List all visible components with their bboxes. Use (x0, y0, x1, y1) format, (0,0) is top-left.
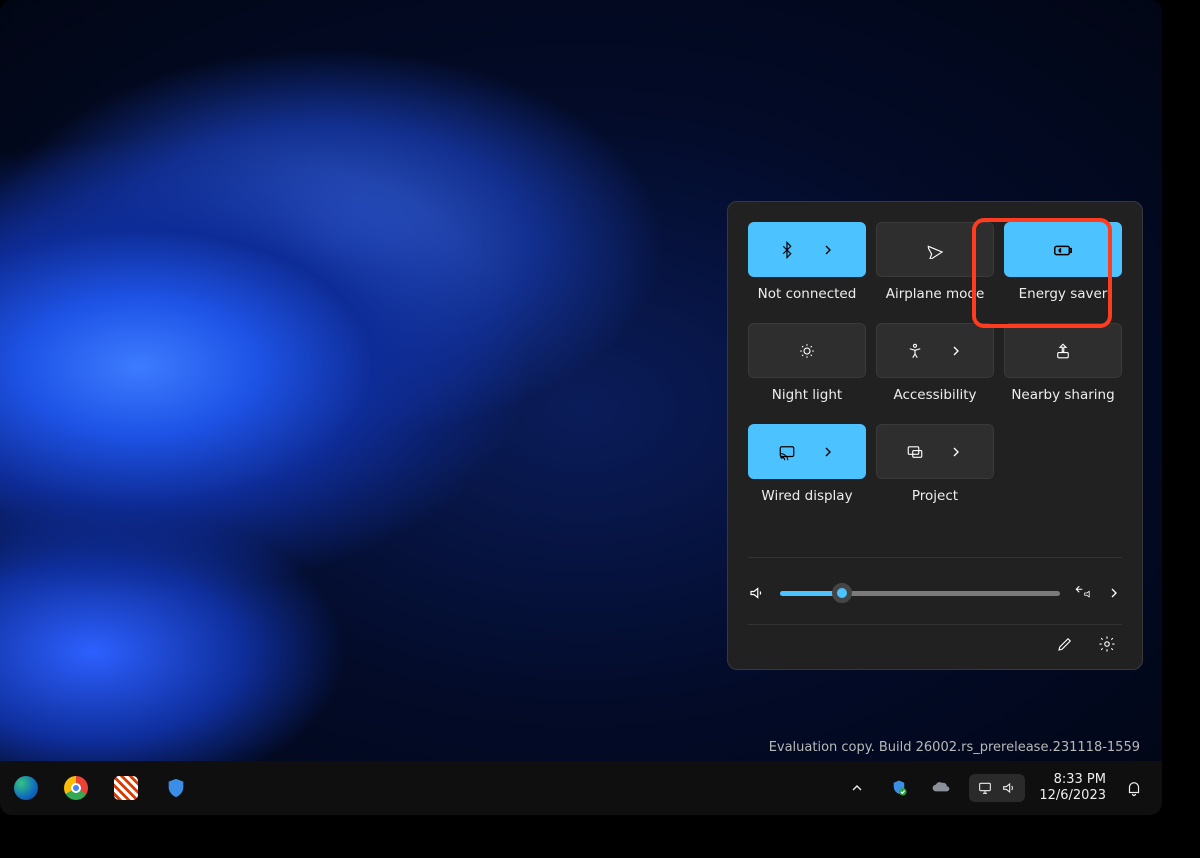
tile-airplane-label: Airplane mode (886, 286, 985, 302)
taskbar-clock[interactable]: 8:33 PM 12/6/2023 (1039, 772, 1106, 805)
quick-settings-panel: Not connected Airplane mode Energy saver (727, 201, 1143, 670)
tray-network-volume-group[interactable] (969, 774, 1025, 802)
project-icon (906, 443, 924, 461)
nearby-share-icon (1054, 342, 1072, 360)
quick-settings-tiles: Not connected Airplane mode Energy saver (748, 222, 1122, 517)
tile-bluetooth[interactable] (748, 222, 866, 277)
chevron-right-icon (820, 444, 836, 460)
tile-bluetooth-label: Not connected (758, 286, 857, 302)
taskbar: 8:33 PM 12/6/2023 (0, 761, 1162, 815)
tile-project[interactable] (876, 424, 994, 479)
night-light-icon (798, 342, 816, 360)
volume-slider[interactable] (780, 591, 1060, 596)
taskbar-app-chrome[interactable] (62, 774, 90, 802)
volume-tray-icon (1001, 780, 1017, 796)
tray-security-icon[interactable] (885, 774, 913, 802)
tile-airplane-mode[interactable] (876, 222, 994, 277)
volume-slider-thumb[interactable] (832, 583, 852, 603)
tile-project-label: Project (912, 488, 958, 504)
airplane-icon (926, 241, 944, 259)
taskbar-app-edge[interactable] (12, 774, 40, 802)
chevron-right-icon[interactable] (1106, 585, 1122, 601)
tile-night-light[interactable] (748, 323, 866, 378)
notifications-button[interactable] (1120, 774, 1148, 802)
chevron-right-icon (820, 242, 836, 258)
taskbar-app-snipping[interactable] (112, 774, 140, 802)
taskbar-date: 12/6/2023 (1039, 788, 1106, 804)
tile-nearby-sharing-label: Nearby sharing (1011, 387, 1114, 403)
audio-output-icon[interactable] (1074, 584, 1092, 602)
tile-accessibility[interactable] (876, 323, 994, 378)
tray-overflow-button[interactable] (843, 774, 871, 802)
tile-wired-display-label: Wired display (761, 488, 852, 504)
tray-onedrive-icon[interactable] (927, 774, 955, 802)
chevron-right-icon (948, 444, 964, 460)
volume-row (748, 557, 1122, 624)
tile-energy-saver[interactable] (1004, 222, 1122, 277)
chevron-right-icon (948, 343, 964, 359)
taskbar-app-security[interactable] (162, 774, 190, 802)
bluetooth-icon (778, 241, 796, 259)
edit-quick-settings-button[interactable] (1056, 635, 1074, 653)
cast-icon (778, 443, 796, 461)
accessibility-icon (906, 342, 924, 360)
settings-button[interactable] (1098, 635, 1116, 653)
tile-energy-saver-label: Energy saver (1019, 286, 1108, 302)
tile-wired-display[interactable] (748, 424, 866, 479)
tile-night-light-label: Night light (772, 387, 842, 403)
volume-icon[interactable] (748, 584, 766, 602)
tile-accessibility-label: Accessibility (893, 387, 976, 403)
tile-nearby-sharing[interactable] (1004, 323, 1122, 378)
network-icon (977, 780, 993, 796)
evaluation-watermark: Evaluation copy. Build 26002.rs_prerelea… (769, 740, 1140, 755)
taskbar-time: 8:33 PM (1039, 772, 1106, 788)
energy-saver-icon (1052, 239, 1074, 261)
